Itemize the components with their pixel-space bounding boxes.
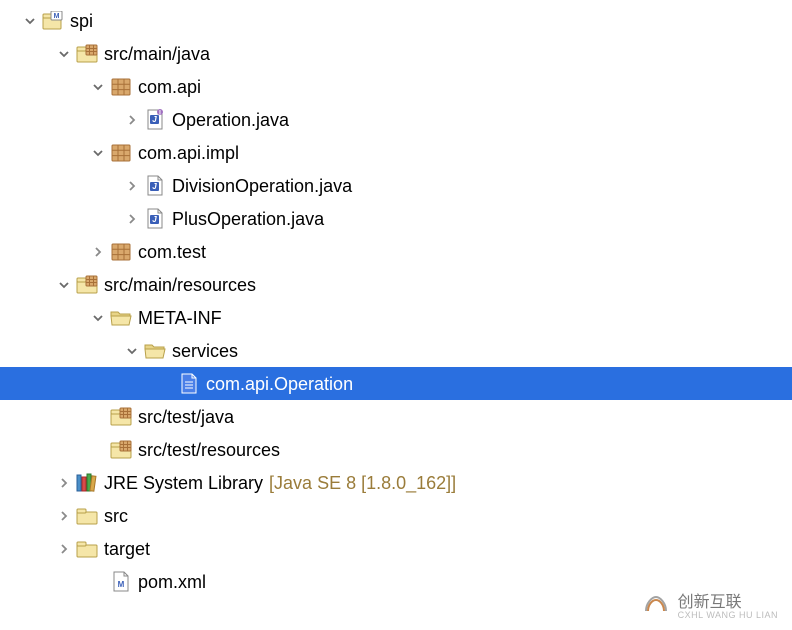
package-icon — [110, 76, 132, 98]
tree-item-label: src/main/resources — [104, 276, 256, 294]
folder-src-main-resources[interactable]: src/main/resources — [0, 268, 792, 301]
svg-text:M: M — [118, 580, 125, 589]
package-com-api[interactable]: com.api — [0, 70, 792, 103]
chevron-right-icon[interactable] — [56, 541, 72, 557]
package-com-api-impl[interactable]: com.api.impl — [0, 136, 792, 169]
file-operation-java[interactable]: J I Operation.java — [0, 103, 792, 136]
chevron-right-icon[interactable] — [124, 112, 140, 128]
package-icon — [110, 142, 132, 164]
folder-closed-icon — [76, 505, 98, 527]
folder-meta-inf[interactable]: META-INF — [0, 301, 792, 334]
tree-item-label: PlusOperation.java — [172, 210, 324, 228]
folder-src-test-java[interactable]: src/test/java — [0, 400, 792, 433]
tree-item-label: com.api.Operation — [206, 375, 353, 393]
project-explorer-tree[interactable]: M spi src/main/java com.api J — [0, 0, 792, 598]
tree-item-label: target — [104, 540, 150, 558]
chevron-right-icon[interactable] — [124, 211, 140, 227]
chevron-right-icon[interactable] — [56, 508, 72, 524]
package-com-test[interactable]: com.test — [0, 235, 792, 268]
tree-item-label: services — [172, 342, 238, 360]
tree-item-label: META-INF — [138, 309, 222, 327]
java-interface-icon: J I — [144, 109, 166, 131]
chevron-right-icon[interactable] — [90, 244, 106, 260]
chevron-down-icon[interactable] — [90, 310, 106, 326]
tree-item-label: src/main/java — [104, 45, 210, 63]
chevron-down-icon[interactable] — [56, 46, 72, 62]
text-file-icon — [178, 373, 200, 395]
watermark-text: 创新互联 — [678, 594, 742, 611]
chevron-down-icon[interactable] — [90, 79, 106, 95]
tree-item-label: src/test/resources — [138, 441, 280, 459]
folder-open-icon — [144, 340, 166, 362]
tree-item-label: com.api — [138, 78, 201, 96]
source-folder-icon — [76, 43, 98, 65]
file-com-api-operation[interactable]: com.api.Operation — [0, 367, 792, 400]
java-file-icon: J — [144, 208, 166, 230]
tree-item-label: com.test — [138, 243, 206, 261]
chevron-right-icon[interactable] — [124, 178, 140, 194]
chevron-down-icon[interactable] — [90, 145, 106, 161]
file-divisionoperation-java[interactable]: J DivisionOperation.java — [0, 169, 792, 202]
xml-file-icon: M — [110, 571, 132, 593]
chevron-down-icon[interactable] — [56, 277, 72, 293]
folder-services[interactable]: services — [0, 334, 792, 367]
folder-closed-icon — [76, 538, 98, 560]
watermark-logo-icon — [642, 593, 670, 615]
svg-text:J: J — [152, 182, 157, 191]
svg-text:J: J — [152, 215, 157, 224]
project-root[interactable]: M spi — [0, 4, 792, 37]
svg-text:M: M — [54, 13, 60, 20]
folder-src[interactable]: src — [0, 499, 792, 532]
tree-item-label: DivisionOperation.java — [172, 177, 352, 195]
tree-item-label: src/test/java — [138, 408, 234, 426]
file-plusoperation-java[interactable]: J PlusOperation.java — [0, 202, 792, 235]
source-folder-icon — [110, 406, 132, 428]
package-icon — [110, 241, 132, 263]
tree-item-label: Operation.java — [172, 111, 289, 129]
folder-src-test-resources[interactable]: src/test/resources — [0, 433, 792, 466]
library-icon — [76, 472, 98, 494]
tree-item-label: com.api.impl — [138, 144, 239, 162]
folder-src-main-java[interactable]: src/main/java — [0, 37, 792, 70]
chevron-down-icon[interactable] — [22, 13, 38, 29]
watermark: 创新互联 CXHL WANG HU LIAN — [642, 588, 778, 620]
project-maven-icon: M — [42, 10, 64, 32]
watermark-subtext: CXHL WANG HU LIAN — [678, 610, 778, 620]
folder-target[interactable]: target — [0, 532, 792, 565]
chevron-right-icon[interactable] — [56, 475, 72, 491]
folder-open-icon — [110, 307, 132, 329]
tree-item-label: src — [104, 507, 128, 525]
source-folder-icon — [110, 439, 132, 461]
tree-item-label: pom.xml — [138, 573, 206, 591]
tree-item-suffix: [Java SE 8 [1.8.0_162]] — [269, 473, 456, 493]
tree-item-label: spi — [70, 12, 93, 30]
chevron-down-icon[interactable] — [124, 343, 140, 359]
svg-text:J: J — [152, 115, 157, 124]
source-folder-icon — [76, 274, 98, 296]
tree-item-label: JRE System Library[Java SE 8 [1.8.0_162]… — [104, 474, 456, 492]
java-file-icon: J — [144, 175, 166, 197]
jre-system-library[interactable]: JRE System Library[Java SE 8 [1.8.0_162]… — [0, 466, 792, 499]
